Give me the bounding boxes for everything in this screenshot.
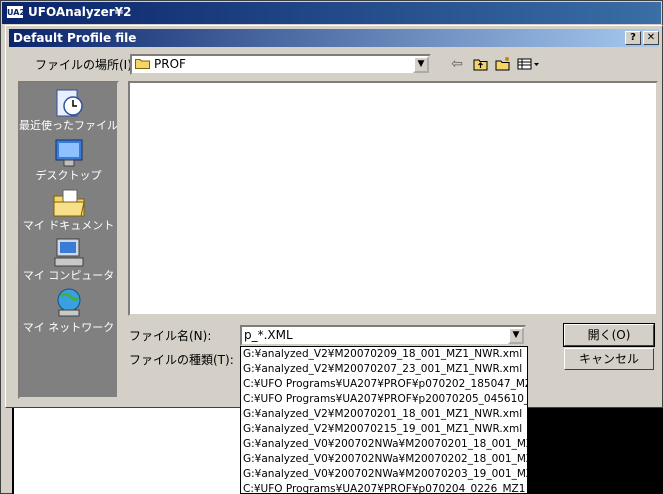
place-recent-label[interactable]: 最近使ったファイル: [18, 119, 119, 133]
place-computer-label[interactable]: マイ コンピュータ: [18, 269, 119, 283]
cancel-button[interactable]: キャンセル: [564, 348, 654, 370]
app-panel: [14, 408, 240, 494]
app-title: UFOAnalyzer¥2: [28, 5, 132, 19]
file-list[interactable]: [128, 81, 658, 316]
autocomplete-item[interactable]: G:¥analyzed_V2¥M20070201_18_001_MZ1_NWR.…: [243, 407, 522, 422]
my-network-icon[interactable]: [51, 286, 87, 320]
close-button[interactable]: ✕: [643, 31, 659, 45]
place-network-label[interactable]: マイ ネットワーク: [18, 321, 119, 335]
view-menu-icon[interactable]: [516, 56, 542, 72]
autocomplete-item[interactable]: C:¥UFO Programs¥UA207¥PROF¥p070202_18504…: [243, 377, 527, 392]
autocomplete-item[interactable]: G:¥analyzed_V0¥200702NWa¥M20070202_18_00…: [243, 452, 527, 467]
place-documents-label[interactable]: マイ ドキュメント: [18, 219, 119, 233]
look-in-label: ファイルの場所(I):: [35, 58, 136, 72]
autocomplete-item[interactable]: G:¥analyzed_V2¥M20070209_18_001_MZ1_NWR.…: [243, 347, 522, 362]
place-desktop-label[interactable]: デスクトップ: [18, 169, 119, 183]
autocomplete-item[interactable]: G:¥analyzed_V2¥M20070215_19_001_MZ1_NWR.…: [243, 422, 522, 437]
autocomplete-item[interactable]: C:¥UFO Programs¥UA207¥PROF¥p070204_0226_…: [243, 482, 527, 493]
autocomplete-item[interactable]: C:¥UFO Programs¥UA207¥PROF¥p20070205_045…: [243, 392, 527, 407]
new-folder-icon[interactable]: [494, 56, 512, 72]
chevron-down-icon[interactable]: ▼: [413, 56, 429, 73]
open-button[interactable]: 開く(O): [563, 323, 655, 347]
filename-value[interactable]: p_*.XML: [244, 327, 293, 343]
look-in-value: PROF: [154, 57, 186, 71]
my-computer-icon[interactable]: [51, 236, 87, 270]
autocomplete-item[interactable]: G:¥analyzed_V0¥200702NWa¥M20070203_19_00…: [243, 467, 527, 482]
help-button[interactable]: ?: [625, 31, 641, 45]
folder-icon: [135, 59, 150, 69]
dialog-title: Default Profile file: [13, 31, 137, 45]
desktop-icon[interactable]: [51, 136, 87, 170]
my-documents-icon[interactable]: [51, 186, 87, 220]
app-icon: UA2: [6, 5, 25, 19]
filetype-label: ファイルの種類(T):: [129, 353, 234, 367]
autocomplete-item[interactable]: G:¥analyzed_V2¥M20070207_23_001_MZ1_NWR.…: [243, 362, 522, 377]
recent-files-icon[interactable]: [51, 86, 87, 120]
autocomplete-item[interactable]: G:¥analyzed_V0¥200702NWa¥M20070201_18_00…: [243, 437, 527, 452]
up-folder-icon[interactable]: [472, 56, 490, 72]
autocomplete-list[interactable]: G:¥analyzed_V2¥M20070209_18_001_MZ1_NWR.…: [240, 346, 528, 494]
filename-label: ファイル名(N):: [129, 329, 212, 343]
chevron-down-icon[interactable]: ▼: [508, 327, 524, 344]
back-icon[interactable]: ⇦: [448, 56, 466, 72]
